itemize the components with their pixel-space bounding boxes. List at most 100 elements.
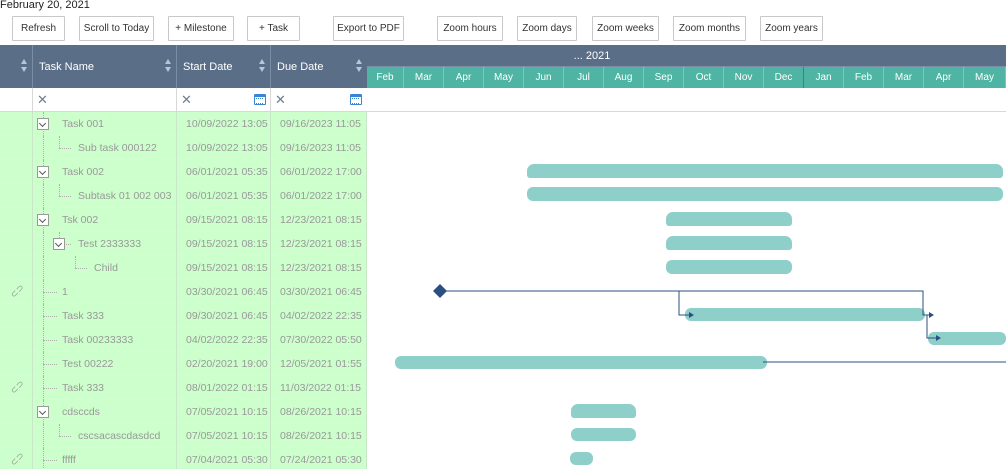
task-name-cell[interactable]: 1: [33, 280, 177, 304]
due-date-cell[interactable]: 07/30/2022 05:50: [271, 328, 367, 352]
due-date-cell[interactable]: 08/26/2021 10:15: [271, 400, 367, 424]
row-indicator-cell[interactable]: ⊂⊃: [0, 280, 33, 304]
calendar-icon[interactable]: [254, 94, 266, 105]
start-date-cell[interactable]: 07/05/2021 10:15: [177, 424, 271, 448]
task-name-cell[interactable]: Task 00233333: [33, 328, 177, 352]
start-date-cell[interactable]: 09/15/2021 08:15: [177, 208, 271, 232]
collapse-toggle-icon[interactable]: [37, 166, 49, 178]
row-indicator-cell[interactable]: ⊂⊃: [0, 376, 33, 400]
table-row[interactable]: Task 333 09/30/2021 06:45 04/02/2022 22:35: [0, 304, 367, 328]
task-name-cell[interactable]: Sub task 000122: [33, 136, 177, 160]
attachment-icon[interactable]: ⊂⊃: [8, 450, 26, 468]
due-date-cell[interactable]: 12/23/2021 08:15: [271, 256, 367, 280]
due-date-cell[interactable]: 07/24/2021 05:30: [271, 448, 367, 469]
due-date-cell[interactable]: 06/01/2022 17:00: [271, 160, 367, 184]
collapse-toggle-icon[interactable]: [37, 118, 49, 130]
due-date-cell[interactable]: 09/16/2023 11:05: [271, 136, 367, 160]
due-date-cell[interactable]: 12/23/2021 08:15: [271, 208, 367, 232]
due-date-cell[interactable]: 11/03/2022 01:15: [271, 376, 367, 400]
table-row[interactable]: Test 00222 02/20/2021 19:00 12/05/2021 01:…: [0, 352, 367, 376]
attachment-icon[interactable]: ⊂⊃: [8, 378, 26, 396]
zoom-hours-button[interactable]: Zoom hours: [437, 16, 503, 41]
sort-icon[interactable]: [356, 59, 362, 73]
task-name-cell[interactable]: Child: [33, 256, 177, 280]
start-date-cell[interactable]: 06/01/2021 05:35: [177, 184, 271, 208]
filter-start-date[interactable]: ✕: [177, 88, 271, 112]
task-name-cell[interactable]: Test 2333333: [33, 232, 177, 256]
task-name-cell[interactable]: Task 333: [33, 304, 177, 328]
filter-task-name[interactable]: ✕: [33, 88, 177, 112]
row-indicator-cell[interactable]: [0, 328, 33, 352]
table-row[interactable]: Task 00233333 04/02/2022 22:35 07/30/2022 …: [0, 328, 367, 352]
table-row[interactable]: cscsacascdasdcd 07/05/2021 10:15 08/26/202…: [0, 424, 367, 448]
zoom-weeks-button[interactable]: Zoom weeks: [592, 16, 659, 41]
collapse-toggle-icon[interactable]: [37, 406, 49, 418]
zoom-months-button[interactable]: Zoom months: [673, 16, 746, 41]
table-row[interactable]: Child 09/15/2021 08:15 12/23/2021 08:15: [0, 256, 367, 280]
due-date-cell[interactable]: 08/26/2021 10:15: [271, 424, 367, 448]
dependency-link[interactable]: [678, 291, 689, 316]
row-indicator-cell[interactable]: [0, 352, 33, 376]
table-row[interactable]: Sub task 000122 10/09/2022 13:05 09/16/202…: [0, 136, 367, 160]
row-indicator-cell[interactable]: [0, 400, 33, 424]
sort-icon[interactable]: [21, 59, 27, 73]
start-date-cell[interactable]: 10/09/2022 13:05: [177, 136, 271, 160]
calendar-icon[interactable]: [350, 94, 362, 105]
collapse-toggle-icon[interactable]: [53, 238, 65, 250]
timeline-body[interactable]: [367, 112, 1006, 469]
task-name-cell[interactable]: Subtask 01 002 003: [33, 184, 177, 208]
start-date-cell[interactable]: 02/20/2021 19:00: [177, 352, 271, 376]
zoom-days-button[interactable]: Zoom days: [517, 16, 577, 41]
table-row[interactable]: ⊂⊃ 1 03/30/2021 06:45 03/30/2021 06:45: [0, 280, 367, 304]
table-row[interactable]: cdsccds 07/05/2021 10:15 08/26/2021 10:15: [0, 400, 367, 424]
due-date-cell[interactable]: 09/16/2023 11:05: [271, 112, 367, 136]
start-date-cell[interactable]: 08/01/2022 01:15: [177, 376, 271, 400]
row-indicator-cell[interactable]: [0, 304, 33, 328]
task-name-cell[interactable]: Task 001: [33, 112, 177, 136]
column-header-task-name[interactable]: Task Name: [33, 45, 177, 88]
row-indicator-cell[interactable]: [0, 136, 33, 160]
task-name-cell[interactable]: Test 00222: [33, 352, 177, 376]
sort-icon[interactable]: [165, 59, 171, 73]
start-date-cell[interactable]: 04/02/2022 22:35: [177, 328, 271, 352]
attachment-icon[interactable]: ⊂⊃: [8, 282, 26, 300]
start-date-cell[interactable]: 10/09/2022 13:05: [177, 112, 271, 136]
task-name-cell[interactable]: Task 333: [33, 376, 177, 400]
export-pdf-button[interactable]: Export to PDF: [333, 16, 404, 41]
start-date-cell[interactable]: 09/15/2021 08:15: [177, 232, 271, 256]
due-date-cell[interactable]: 12/23/2021 08:15: [271, 232, 367, 256]
row-indicator-cell[interactable]: [0, 184, 33, 208]
table-row[interactable]: ⊂⊃ Task 333 08/01/2022 01:15 11/03/2022 01:…: [0, 376, 367, 400]
row-indicator-cell[interactable]: [0, 208, 33, 232]
column-header-due-date[interactable]: Due Date: [271, 45, 367, 88]
row-indicator-cell[interactable]: ⊂⊃: [0, 448, 33, 469]
start-date-cell[interactable]: 03/30/2021 06:45: [177, 280, 271, 304]
due-date-cell[interactable]: 12/05/2021 01:55: [271, 352, 367, 376]
start-date-cell[interactable]: 07/04/2021 05:30: [177, 448, 271, 469]
due-date-cell[interactable]: 06/01/2022 17:00: [271, 184, 367, 208]
filter-due-date[interactable]: ✕: [271, 88, 367, 112]
sort-icon[interactable]: [259, 59, 265, 73]
row-indicator-cell[interactable]: [0, 160, 33, 184]
row-indicator-cell[interactable]: [0, 424, 33, 448]
collapse-toggle-icon[interactable]: [37, 214, 49, 226]
scroll-to-today-button[interactable]: Scroll to Today: [79, 16, 154, 41]
zoom-years-button[interactable]: Zoom years: [760, 16, 823, 41]
start-date-cell[interactable]: 09/30/2021 06:45: [177, 304, 271, 328]
task-name-cell[interactable]: Task 002: [33, 160, 177, 184]
clear-filter-icon[interactable]: ✕: [37, 93, 49, 107]
clear-filter-icon[interactable]: ✕: [181, 93, 193, 107]
column-header-indicator[interactable]: [0, 45, 33, 88]
refresh-button[interactable]: Refresh: [12, 16, 65, 41]
dependency-link[interactable]: [440, 290, 929, 316]
table-row[interactable]: Tsk 002 09/15/2021 08:15 12/23/2021 08:15: [0, 208, 367, 232]
task-name-cell[interactable]: fffff: [33, 448, 177, 469]
column-header-start-date[interactable]: Start Date: [177, 45, 271, 88]
row-indicator-cell[interactable]: [0, 232, 33, 256]
add-task-button[interactable]: + Task: [247, 16, 300, 41]
due-date-cell[interactable]: 04/02/2022 22:35: [271, 304, 367, 328]
task-name-cell[interactable]: cscsacascdasdcd: [33, 424, 177, 448]
due-date-cell[interactable]: 03/30/2021 06:45: [271, 280, 367, 304]
table-row[interactable]: ⊂⊃ fffff 07/04/2021 05:30 07/24/2021 05:30: [0, 448, 367, 469]
start-date-cell[interactable]: 09/15/2021 08:15: [177, 256, 271, 280]
